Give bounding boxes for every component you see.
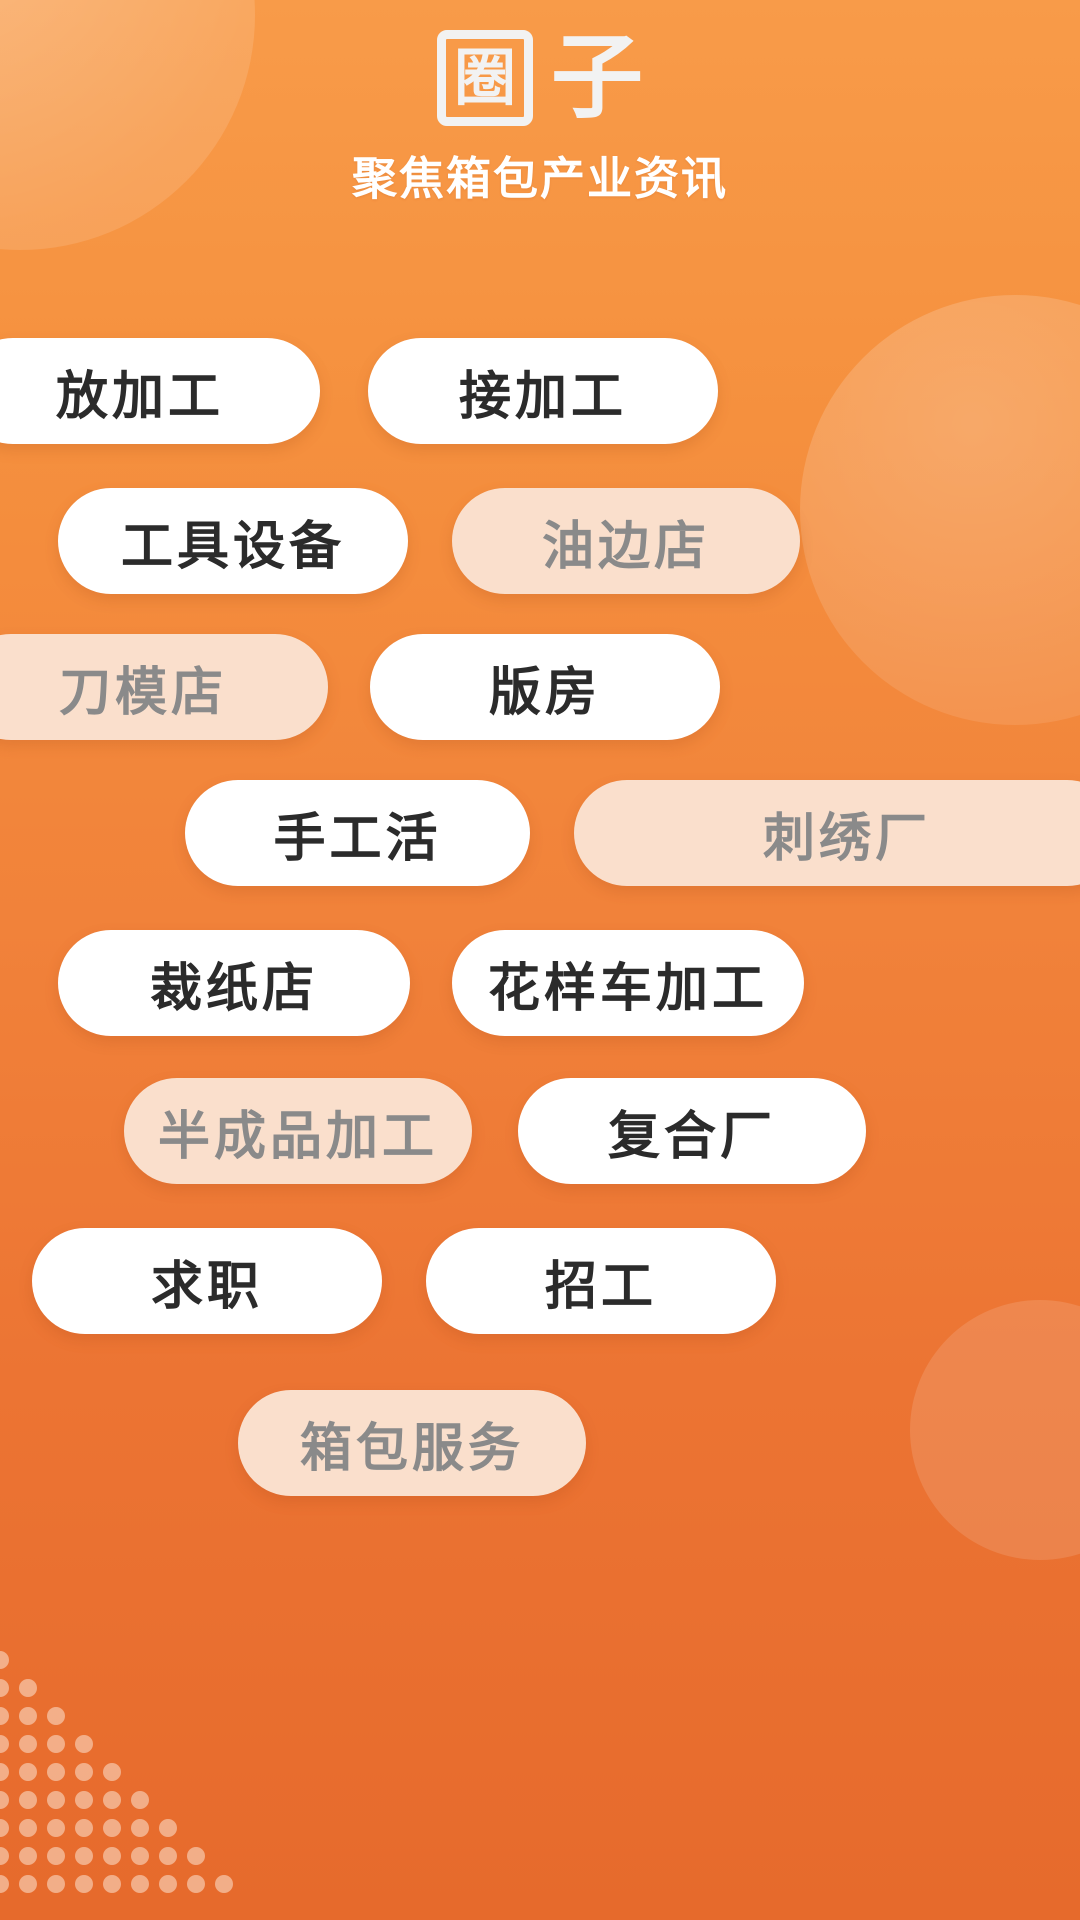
page-header: 圈 子 聚焦箱包产业资讯	[0, 0, 1080, 250]
title-boxed-character: 圈	[436, 30, 533, 126]
page-subtitle: 聚焦箱包产业资讯	[351, 152, 728, 205]
category-chip-label: 工具设备	[120, 516, 345, 577]
category-chip[interactable]: 接加工	[368, 338, 718, 444]
category-chip[interactable]: 求职	[32, 1228, 382, 1334]
category-chip-label: 花样车加工	[487, 958, 768, 1019]
category-chip[interactable]: 复合厂	[518, 1078, 866, 1184]
category-chip: 箱包服务	[238, 1390, 586, 1496]
category-chip[interactable]: 裁纸店	[58, 930, 410, 1036]
category-chip-label: 复合厂	[607, 1106, 776, 1167]
category-chip-label: 放加工	[55, 366, 224, 427]
category-chip[interactable]: 花样车加工	[452, 930, 804, 1036]
page-title: 圈 子	[436, 24, 643, 132]
category-chip: 刀模店	[0, 634, 328, 740]
category-chip: 刺绣厂	[574, 780, 1080, 886]
category-chip-list: 放加工 接加工工具设备 油边店刀模店 版房手工活 刺绣厂裁纸店 花样车加工半成品加工 复合厂…	[0, 268, 1080, 1920]
category-chip[interactable]: 工具设备	[58, 488, 408, 594]
category-chip-label: 油边店	[541, 516, 710, 577]
category-chip-label: 刀模店	[58, 662, 227, 723]
category-chip: 半成品加工	[124, 1078, 472, 1184]
category-chip[interactable]: 手工活	[185, 780, 530, 886]
category-chip-label: 裁纸店	[149, 958, 318, 1019]
page-background: 圈 子 聚焦箱包产业资讯 放加工 接加工工具设备 油边店刀模店 版房手工活 刺绣厂裁纸店…	[0, 0, 1080, 1920]
category-chip-label: 手工活	[273, 808, 442, 869]
title-character: 子	[550, 24, 643, 131]
category-chip-label: 刺绣厂	[762, 808, 931, 869]
category-chip-label: 版房	[488, 662, 601, 723]
category-chip-label: 接加工	[458, 366, 627, 427]
category-chip-label: 求职	[150, 1256, 263, 1317]
category-chip-label: 半成品加工	[157, 1106, 438, 1167]
category-chip: 油边店	[452, 488, 800, 594]
category-chip[interactable]: 招工	[426, 1228, 776, 1334]
category-chip[interactable]: 版房	[370, 634, 720, 740]
category-chip-label: 招工	[544, 1256, 657, 1317]
category-chip[interactable]: 放加工	[0, 338, 320, 444]
category-chip-label: 箱包服务	[299, 1418, 524, 1479]
